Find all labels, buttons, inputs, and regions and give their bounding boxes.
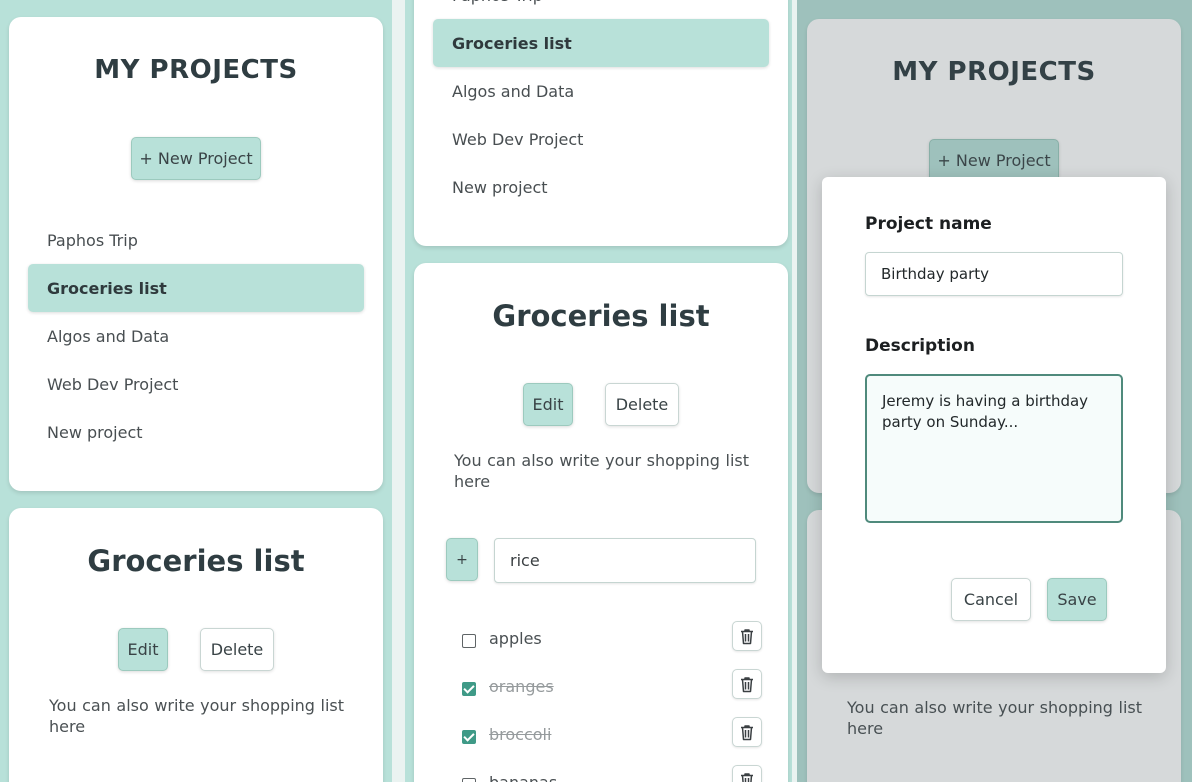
add-todo-input[interactable]: rice [494,538,756,583]
todo-text: broccoli [489,725,552,744]
sidebar-item-web-dev-project[interactable]: Web Dev Project [433,115,769,163]
delete-button[interactable]: Delete [605,383,679,426]
todo-item: oranges [452,669,762,709]
todo-delete-button[interactable] [732,669,762,699]
project-detail-card: Groceries list Edit Delete You can also … [414,263,788,782]
todo-checkbox[interactable] [462,682,476,696]
sidebar-item-paphos-trip-partial[interactable]: Paphos Trip [433,0,769,19]
projects-title: MY PROJECTS [94,55,298,85]
trash-icon [741,628,753,644]
project-name-label: Project name [865,214,992,234]
todo-text: apples [489,629,542,648]
cancel-button[interactable]: Cancel [951,578,1031,621]
todo-item: apples [452,621,762,661]
todo-checkbox[interactable] [462,778,476,782]
project-title: Groceries list [87,544,305,578]
description-textarea[interactable]: Jeremy is having a birthday party on Sun… [865,374,1123,523]
sidebar-item-groceries-list[interactable]: Groceries list [433,19,769,67]
todo-delete-button[interactable] [732,621,762,651]
panel-project-detail-scrolled: Paphos Trip Groceries list Algos and Dat… [405,0,792,782]
sidebar-item-new-project[interactable]: New project [28,408,364,456]
todo-item: broccoli [452,717,762,757]
todo-checkbox[interactable] [462,730,476,744]
project-description: You can also write your shopping list he… [49,696,344,736]
todo-delete-button[interactable] [732,717,762,747]
panel-projects-view: MY PROJECTS + New Project Paphos Trip Gr… [0,0,392,782]
new-project-button[interactable]: + New Project [131,137,261,180]
trash-icon [741,676,753,692]
todo-text: bananas [489,773,557,782]
projects-card: MY PROJECTS + New Project Paphos Trip Gr… [9,17,383,491]
todo-item: bananas [452,765,762,782]
sidebar-item-groceries-list[interactable]: Groceries list [28,264,364,312]
delete-button[interactable]: Delete [200,628,274,671]
project-detail-card: Groceries list Edit Delete You can also … [9,508,383,782]
edit-button[interactable]: Edit [523,383,573,426]
sidebar-item-new-project[interactable]: New project [433,163,769,211]
add-todo-button[interactable]: + [446,538,478,581]
trash-icon [741,772,753,782]
todo-text: oranges [489,677,554,696]
project-description: You can also write your shopping list he… [454,451,749,491]
todo-delete-button[interactable] [732,765,762,782]
description-label: Description [865,336,975,356]
edit-project-modal: Project name Birthday party Description … [822,177,1166,673]
project-title: Groceries list [492,299,710,333]
project-name-input[interactable]: Birthday party [865,252,1123,296]
save-button[interactable]: Save [1047,578,1107,621]
trash-icon [741,724,753,740]
sidebar-item-paphos-trip[interactable]: Paphos Trip [28,216,364,264]
projects-card-scrolled: Paphos Trip Groceries list Algos and Dat… [414,0,788,246]
sidebar-item-algos-and-data[interactable]: Algos and Data [28,312,364,360]
todo-checkbox[interactable] [462,634,476,648]
sidebar-item-web-dev-project[interactable]: Web Dev Project [28,360,364,408]
sidebar-item-algos-and-data[interactable]: Algos and Data [433,67,769,115]
panel-edit-modal-view: MY PROJECTS + New Project You can also w… [797,0,1192,782]
edit-button[interactable]: Edit [118,628,168,671]
